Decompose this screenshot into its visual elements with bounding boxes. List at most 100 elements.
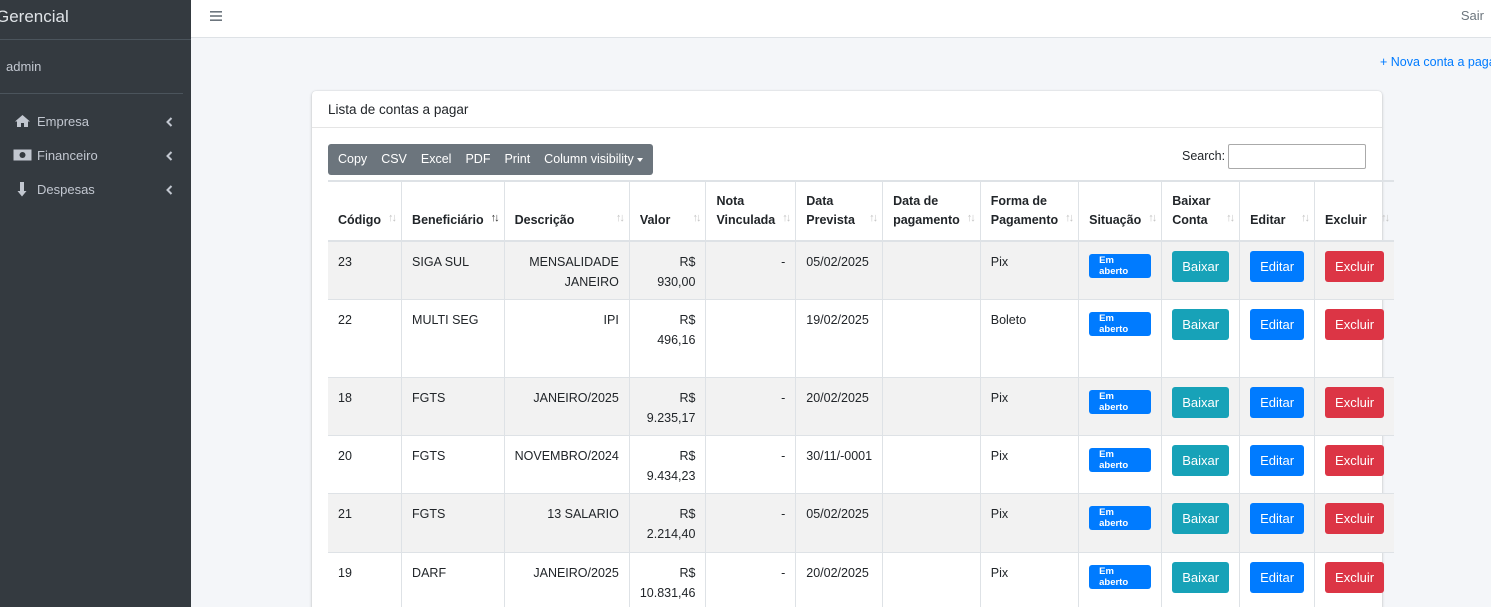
sort-desc-icon: ↑↓ [490, 212, 500, 224]
cell-data-pagamento [882, 241, 981, 299]
status-badge: Em aberto [1089, 447, 1152, 472]
cell-data-pagamento [882, 299, 981, 377]
excluir-button[interactable]: Excluir [1325, 386, 1385, 418]
hamburger-menu-icon[interactable] [210, 9, 222, 21]
cell-forma: Boleto [980, 299, 1080, 377]
table-row: 19 DARF JANEIRO/2025 R$ 10.831,46-20/02/202… [328, 552, 1394, 607]
search-label: Search: [1182, 149, 1226, 163]
logout-link[interactable]: Sair [1461, 8, 1484, 23]
home-icon [12, 114, 32, 128]
editar-button[interactable]: Editar [1250, 561, 1305, 593]
column-header-codigo[interactable]: Código ↑↓ [328, 181, 403, 241]
editar-button[interactable]: Editar [1250, 251, 1305, 282]
status-badge: Em aberto [1089, 389, 1152, 414]
pdf-button[interactable]: PDF [458, 144, 497, 175]
chevron-left-icon [166, 149, 173, 164]
table-row: 23 SIGA SUL MENSALIDADE JANEIRO R$ 930,00-0… [328, 241, 1395, 299]
column-header-nota[interactable]: Nota Vinculada ↑↓ [705, 181, 797, 241]
sort-icon: ↑↓ [1381, 212, 1390, 224]
sidebar-item-despesas[interactable]: Despesas [0, 172, 191, 206]
cell-valor: R$ 2.214,40 [629, 493, 707, 552]
sort-icon: ↑↓ [388, 212, 397, 224]
cell-forma: Pix [980, 241, 1080, 299]
cell-editar: Editar [1239, 552, 1316, 607]
baixar-button[interactable]: Baixar [1172, 308, 1230, 340]
top-navbar: Sair [191, 0, 1491, 38]
table-header-row: Código ↑↓ Beneficiário ↑↓ Descrição ↑↓ Valo… [328, 181, 1395, 241]
sort-icon: ↑↓ [1226, 212, 1235, 224]
cell-situacao: Em aberto [1078, 552, 1163, 607]
sort-icon: ↑↓ [615, 212, 625, 224]
cell-beneficiario: FGTS [401, 377, 505, 435]
cell-codigo: 23 [328, 241, 403, 299]
cell-baixar: Baixar [1161, 241, 1241, 299]
cell-editar: Editar [1239, 493, 1316, 552]
excluir-button[interactable]: Excluir [1325, 251, 1385, 282]
column-header-baixar[interactable]: Baixar Conta ↑↓ [1161, 181, 1241, 241]
cell-situacao: Em aberto [1078, 377, 1163, 435]
cell-excluir: Excluir [1315, 241, 1395, 299]
cell-codigo: 21 [328, 493, 403, 552]
status-badge: Em aberto [1089, 505, 1152, 530]
column-header-data-pagamento[interactable]: Data de pagamento ↑↓ [882, 181, 981, 241]
column-header-excluir[interactable]: Excluir ↑↓ [1315, 181, 1395, 241]
cell-data-pagamento [882, 552, 981, 607]
sidebar-item-label: Despesas [37, 181, 95, 197]
cell-nota: - [705, 493, 797, 552]
csv-button[interactable]: CSV [374, 144, 414, 175]
baixar-button[interactable]: Baixar [1172, 386, 1230, 418]
column-header-situacao[interactable]: Situação ↑↓ [1078, 181, 1163, 241]
cell-excluir: Excluir [1315, 552, 1395, 607]
sidebar-item-empresa[interactable]: Empresa [0, 104, 191, 138]
baixar-button[interactable]: Baixar [1172, 444, 1230, 476]
baixar-button[interactable]: Baixar [1172, 561, 1230, 593]
user-name[interactable]: admin [0, 40, 183, 94]
column-header-editar[interactable]: Editar ↑↓ [1239, 181, 1316, 241]
editar-button[interactable]: Editar [1250, 502, 1305, 534]
cell-codigo: 20 [328, 435, 403, 493]
excluir-button[interactable]: Excluir [1325, 502, 1385, 534]
column-header-valor[interactable]: Valor ↑↓ [629, 181, 707, 241]
cell-nota: - [705, 377, 797, 435]
brand-title[interactable]: Gerencial [0, 0, 191, 40]
sidebar: Gerencial admin Empresa Financeiro Despe… [0, 0, 191, 607]
column-header-beneficiario[interactable]: Beneficiário ↑↓ [401, 181, 505, 241]
excluir-button[interactable]: Excluir [1325, 308, 1385, 340]
editar-button[interactable]: Editar [1250, 308, 1305, 340]
sidebar-item-label: Financeiro [37, 147, 98, 163]
column-visibility-label: Column visibility [544, 152, 634, 166]
column-visibility-button[interactable]: Column visibility [537, 144, 650, 175]
cell-data-prevista: 20/02/2025 [795, 377, 884, 435]
editar-button[interactable]: Editar [1250, 444, 1305, 476]
cell-nota: - [705, 241, 797, 299]
sort-icon: ↑↓ [692, 212, 701, 224]
baixar-button[interactable]: Baixar [1172, 502, 1230, 534]
table-row: 22 MULTI SEG IPI R$ 496,16 19/02/2025 Boleto E… [328, 299, 1395, 377]
sort-icon: ↑↓ [966, 212, 976, 224]
baixar-button[interactable]: Baixar [1172, 251, 1230, 282]
cell-codigo: 18 [328, 377, 403, 435]
new-bill-link[interactable]: + Nova conta a pagar [1380, 55, 1491, 69]
copy-button[interactable]: Copy [331, 144, 374, 175]
cell-nota: - [705, 552, 797, 607]
editar-button[interactable]: Editar [1250, 386, 1305, 418]
column-header-descricao[interactable]: Descrição ↑↓ [504, 181, 630, 241]
excluir-button[interactable]: Excluir [1325, 444, 1385, 476]
cell-descricao: JANEIRO/2025 [504, 377, 630, 435]
sidebar-item-financeiro[interactable]: Financeiro [0, 138, 191, 172]
search-input[interactable] [1228, 144, 1366, 169]
excel-button[interactable]: Excel [414, 144, 459, 175]
cell-forma: Pix [980, 377, 1080, 435]
column-header-data-prevista[interactable]: Data Prevista ↑↓ [795, 181, 884, 241]
cell-baixar: Baixar [1161, 377, 1241, 435]
cell-excluir: Excluir [1315, 435, 1395, 493]
cell-valor: R$ 496,16 [629, 299, 707, 377]
excluir-button[interactable]: Excluir [1325, 561, 1385, 593]
print-button[interactable]: Print [497, 144, 537, 175]
cell-excluir: Excluir [1315, 377, 1395, 435]
cell-beneficiario: FGTS [401, 493, 505, 552]
column-header-forma-pagamento[interactable]: Forma de Pagamento ↑↓ [980, 181, 1080, 241]
cell-editar: Editar [1239, 377, 1316, 435]
bills-table: Código ↑↓ Beneficiário ↑↓ Descrição ↑↓ Valo… [328, 180, 1395, 607]
cell-editar: Editar [1239, 299, 1316, 377]
